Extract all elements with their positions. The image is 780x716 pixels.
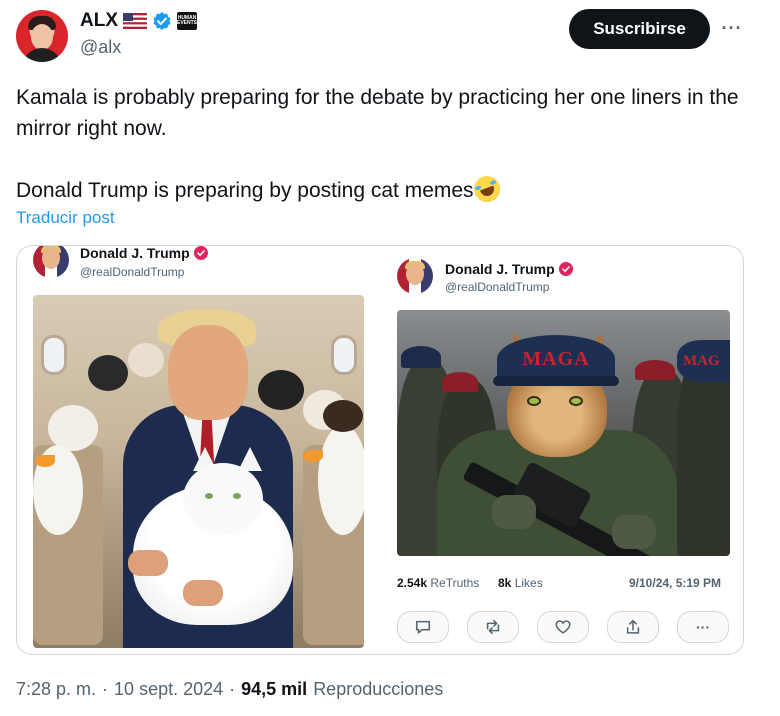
media-card[interactable]: Donald J. Trump @realDonaldTrump Donald … [16,245,744,655]
author-name-row[interactable]: ALX HUMAN EVENTS [80,10,197,32]
more-options-button[interactable]: ··· [718,14,746,42]
trump-avatar-right [397,258,433,294]
more-icon[interactable]: ··· [677,611,729,643]
separator: · [229,679,236,699]
us-flag-icon [123,13,147,29]
left-post-name-row: Donald J. Trump [80,245,208,261]
trump-avatar-left [33,246,69,278]
like-button[interactable] [537,611,589,643]
tweet-line-2-text: Donald Trump is preparing by posting cat… [16,179,474,202]
display-name[interactable]: ALX [80,10,118,32]
right-post-handle: @realDonaldTrump [445,280,550,294]
truth-verified-icon [193,246,208,260]
separator: · [102,679,109,699]
share-icon [626,619,640,634]
post-time[interactable]: 7:28 p. m. [16,679,96,700]
likes-count[interactable]: 8k Likes [498,576,543,590]
right-post-name: Donald J. Trump [445,261,555,277]
rolling-on-floor-laughing-emoji [469,172,504,206]
post-metadata: 7:28 p. m. · 10 sept. 2024 · 94,5 mil Re… [16,679,443,700]
verified-icon[interactable] [152,11,172,31]
right-post-name-row: Donald J. Trump [445,261,573,277]
subscribe-button[interactable]: Suscribirse [569,9,710,49]
tweet-line-2: Donald Trump is preparing by posting cat… [16,172,756,206]
left-post-name: Donald J. Trump [80,245,190,261]
truth-verified-icon [558,262,573,276]
side-maga-cap: MAG [677,340,730,382]
embedded-timestamp: 9/10/24, 5:19 PM [629,576,722,590]
tweet-text: Kamala is probably preparing for the deb… [16,82,756,206]
post-date[interactable]: 10 sept. 2024 [114,679,223,700]
tweet-line-1: Kamala is probably preparing for the deb… [16,86,739,140]
reply-icon [415,620,431,634]
retruth-icon [486,619,500,635]
left-post-handle: @realDonaldTrump [80,265,185,279]
reply-button[interactable] [397,611,449,643]
avatar[interactable] [16,10,68,62]
share-button[interactable] [607,611,659,643]
affiliate-badge-icon[interactable]: HUMAN EVENTS [177,12,197,30]
retruth-button[interactable] [467,611,519,643]
maga-cat-image[interactable]: MAG MAGA [397,310,730,556]
translate-post-link[interactable]: Traducir post [16,208,115,228]
views-count: 94,5 mil [241,679,308,699]
like-icon [555,620,571,634]
retruths-count[interactable]: 2.54k ReTruths [397,576,479,590]
author-handle[interactable]: @alx [80,37,121,58]
trump-cats-image[interactable] [33,295,364,648]
views-label: Reproducciones [313,679,444,699]
